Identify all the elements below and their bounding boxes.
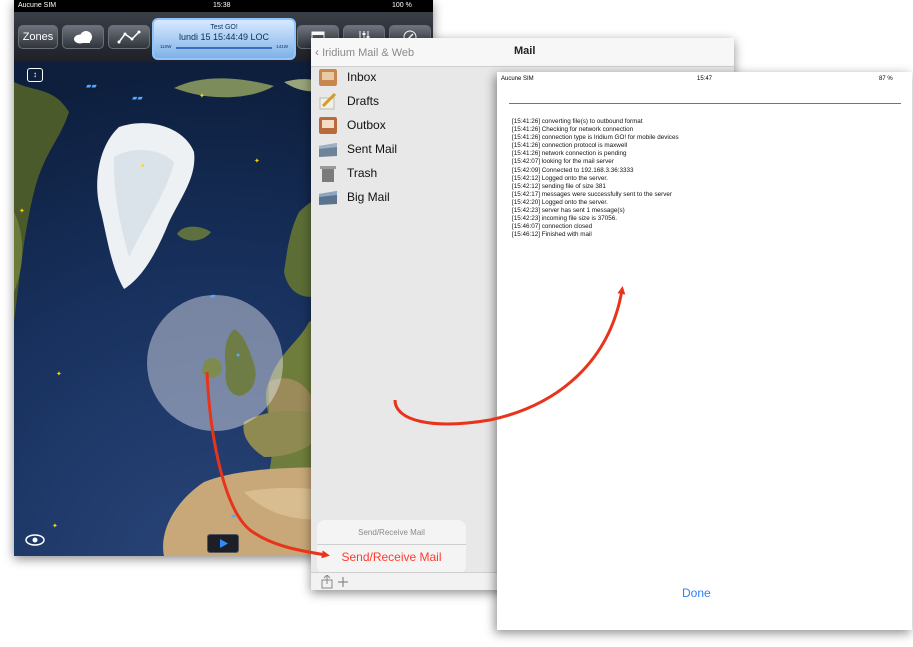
add-icon[interactable] [337,576,349,588]
scale-left-label: 110W [160,44,172,49]
arctic-islands [174,78,332,98]
chevron-left-icon: ‹ [315,45,319,59]
mailbox-item-sent[interactable]: Sent Mail [319,138,489,162]
vessel-marker[interactable]: ▰▰ [132,94,143,102]
done-button[interactable]: Done [682,586,711,600]
play-button[interactable] [207,534,239,553]
route-icon [117,30,141,44]
log-line: [15:41:26] converting file(s) to outboun… [512,118,643,125]
trash-can-icon [320,166,336,182]
log-line: [15:41:26] Checking for network connecti… [512,126,634,134]
device-time: lundi 15 15:44:49 LOC [178,32,270,42]
scale-right-label: 141W [276,44,288,49]
progress-line [509,103,901,104]
iceland-landmass [177,226,211,241]
log-line: [15:42:12] sending file of size 381 [512,182,606,190]
clock: 15:47 [697,76,713,82]
zones-button[interactable]: Zones [18,25,58,49]
mailbox-item-big-mail[interactable]: Big Mail [319,186,489,210]
mail-navigation-bar: ‹ Iridium Mail & Web Mail [311,38,734,67]
vessel-marker[interactable]: ✦ [52,522,58,530]
device-status-panel[interactable]: Test GO! lundi 15 15:44:49 LOC 110W 141W [152,18,296,60]
log-line: [15:41:26] connection type is Iridium GO… [512,134,679,142]
british-isles-landmass [202,329,256,396]
back-button[interactable]: ‹ Iridium Mail & Web [315,45,414,59]
mailbox-item-drafts[interactable]: Drafts [319,90,489,114]
log-line: [15:42:12] Logged onto the server. [512,174,608,182]
mailbox-label: Drafts [347,94,380,108]
action-sheet: Send/Receive Mail Send/Receive Mail [317,520,466,574]
share-icon[interactable] [321,575,333,589]
eye-icon[interactable] [24,532,46,548]
vessel-marker[interactable]: ● [236,352,240,359]
mailbox-label: Outbox [347,118,386,132]
log-line: [15:41:26] network connection is pending [512,150,627,158]
carrier-label: Aucune SIM [501,76,534,82]
north-america-landmass [14,82,69,322]
mailbox-item-outbox[interactable]: Outbox [319,114,489,138]
status-bar: Aucune SIM 15:47 87 % [497,72,912,88]
big-mail-folder-icon [319,191,337,205]
page-title: Mail [514,45,536,57]
vessel-marker[interactable]: ✦ [254,157,260,165]
mailbox-item-trash[interactable]: Trash [319,162,489,186]
send-receive-button[interactable]: Send/Receive Mail [317,550,466,564]
vessel-marker[interactable]: ✦ [140,162,146,170]
log-line: [15:42:23] incoming file size is 37056. [512,215,618,223]
back-button-label: Iridium Mail & Web [322,47,415,59]
vessel-marker[interactable]: ▰ [231,512,236,520]
mailbox-label: Sent Mail [347,142,398,156]
battery-label: 100 % [392,2,412,9]
log-line: [15:42:20] Logged onto the server. [512,198,608,206]
log-line: [15:42:09] Connected to 192.168.3.36:333… [512,166,634,174]
vessel-marker[interactable]: ▰▰ [86,82,97,90]
fit-view-button[interactable]: ↕ [27,68,43,82]
log-line: [15:41:26] connection protocol is maxwel… [512,142,628,150]
vessel-marker[interactable]: ▰ [210,292,215,300]
vessel-marker[interactable]: ✦ [56,370,62,378]
log-line: [15:42:23] server has sent 1 message(s) [512,207,625,215]
action-sheet-title: Send/Receive Mail [358,528,425,537]
mailbox-item-inbox[interactable]: Inbox [319,66,489,90]
cloud-icon [74,31,92,44]
log-line: [15:46:12] Finished with mail [512,231,592,239]
outbox-tray-icon [319,117,337,134]
log-text: [15:41:26] converting file(s) to outboun… [512,118,892,239]
clock: 15:38 [213,2,231,9]
inbox-tray-icon [319,69,337,86]
vessel-marker[interactable]: ✦ [199,92,205,100]
carrier-label: Aucune SIM [18,2,57,9]
scale-bar [176,47,272,49]
cloud-button[interactable] [62,25,104,49]
divider [317,544,466,545]
mailbox-label: Inbox [347,70,377,84]
play-icon [220,539,228,548]
mailbox-label: Trash [347,166,378,180]
vessel-marker[interactable]: ✦ [19,207,25,215]
mailbox-label: Big Mail [347,190,390,204]
sent-folder-icon [319,143,337,157]
mail-log-window: Aucune SIM 15:47 87 % [15:41:26] convert… [497,72,912,630]
route-button[interactable] [108,25,150,49]
status-bar: Aucune SIM 15:38 100 % [14,0,433,12]
log-line: [15:42:07] looking for the mail server [512,158,614,166]
log-line: [15:46:07] connection closed [512,223,593,231]
device-name: Test GO! [210,24,238,31]
drafts-pencil-icon [319,93,337,110]
battery-label: 87 % [879,76,893,82]
log-line: [15:42:17] messages were successfully se… [512,190,672,198]
